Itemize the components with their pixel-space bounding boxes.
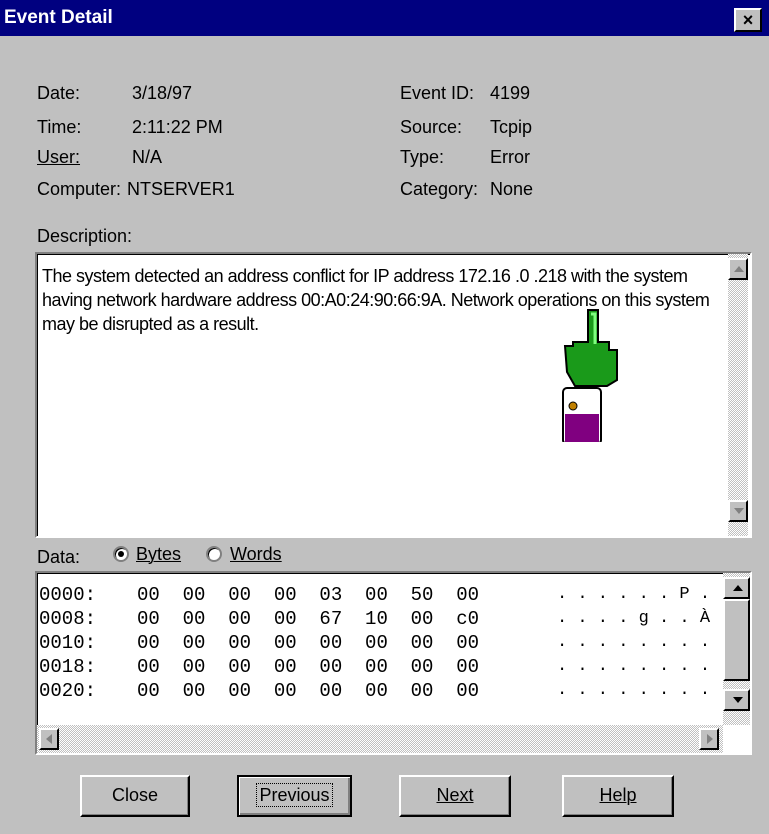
close-button[interactable]: Close xyxy=(80,775,190,817)
type-value: Error xyxy=(490,147,530,167)
words-option-label[interactable]: Words xyxy=(230,544,282,565)
window-title: Event Detail xyxy=(4,7,113,28)
ascii-column: . . . . . . P . . . . . g . . À . . . . … xyxy=(557,585,711,700)
help-button-label: Help xyxy=(599,785,637,805)
arrow-right-icon xyxy=(707,734,713,744)
time-value: 2:11:22 PM xyxy=(132,117,223,137)
hand-pointer-icon xyxy=(562,309,618,442)
type-label: Type: xyxy=(400,147,445,167)
arrow-left-icon xyxy=(46,734,52,744)
close-button-label: Close xyxy=(111,785,159,805)
category-value: None xyxy=(490,179,534,199)
scroll-down-button[interactable] xyxy=(728,500,748,522)
close-icon: × xyxy=(742,10,754,30)
data-horizontal-scrollbar[interactable] xyxy=(37,725,723,753)
data-scroll-left-button[interactable] xyxy=(39,728,59,750)
data-scroll-up-button[interactable] xyxy=(723,577,750,599)
data-label: Data: xyxy=(37,547,81,567)
bytes-radio[interactable] xyxy=(113,546,129,562)
event-id-value: 4199 xyxy=(490,83,531,103)
radio-selected-dot xyxy=(118,551,124,557)
previous-button[interactable]: Previous xyxy=(237,775,352,817)
description-box[interactable]: The system detected an address conflict … xyxy=(35,252,752,538)
data-box[interactable]: 0000: 0008: 0010: 0018: 0020: 00 00 00 0… xyxy=(35,571,752,755)
arrow-down-icon xyxy=(733,697,743,703)
arrow-up-icon xyxy=(734,266,744,272)
time-label: Time: xyxy=(37,117,82,137)
previous-button-label: Previous xyxy=(256,783,333,807)
scroll-up-button[interactable] xyxy=(728,258,748,280)
data-scroll-right-button[interactable] xyxy=(699,728,719,750)
computer-value: NTSERVER1 xyxy=(127,179,235,199)
data-scroll-thumb[interactable] xyxy=(723,599,750,681)
description-label: Description: xyxy=(37,226,133,246)
category-label: Category: xyxy=(400,179,479,199)
arrow-down-icon xyxy=(734,508,744,514)
date-value: 3/18/97 xyxy=(132,83,193,103)
next-button-label: Next xyxy=(436,785,474,805)
event-id-label: Event ID: xyxy=(400,83,475,103)
words-radio[interactable] xyxy=(206,546,222,562)
offset-column: 0000: 0008: 0010: 0018: 0020: xyxy=(39,584,97,702)
user-value: N/A xyxy=(132,147,163,167)
hex-column: 00 00 00 00 03 00 50 00 00 00 00 00 67 1… xyxy=(137,584,480,702)
date-label: Date: xyxy=(37,83,81,103)
data-vertical-scrollbar[interactable] xyxy=(723,573,750,725)
title-bar: Event Detail × xyxy=(0,0,769,36)
data-scroll-down-button[interactable] xyxy=(723,689,750,711)
arrow-up-icon xyxy=(733,585,743,591)
description-scrollbar[interactable] xyxy=(728,254,748,536)
close-window-button[interactable]: × xyxy=(734,8,762,32)
next-button[interactable]: Next xyxy=(399,775,511,817)
source-value: Tcpip xyxy=(490,117,533,137)
user-label: User: xyxy=(37,147,81,167)
source-label: Source: xyxy=(400,117,463,137)
help-button[interactable]: Help xyxy=(562,775,674,817)
bytes-option-label[interactable]: Bytes xyxy=(136,544,181,565)
computer-label: Computer: xyxy=(37,179,122,199)
